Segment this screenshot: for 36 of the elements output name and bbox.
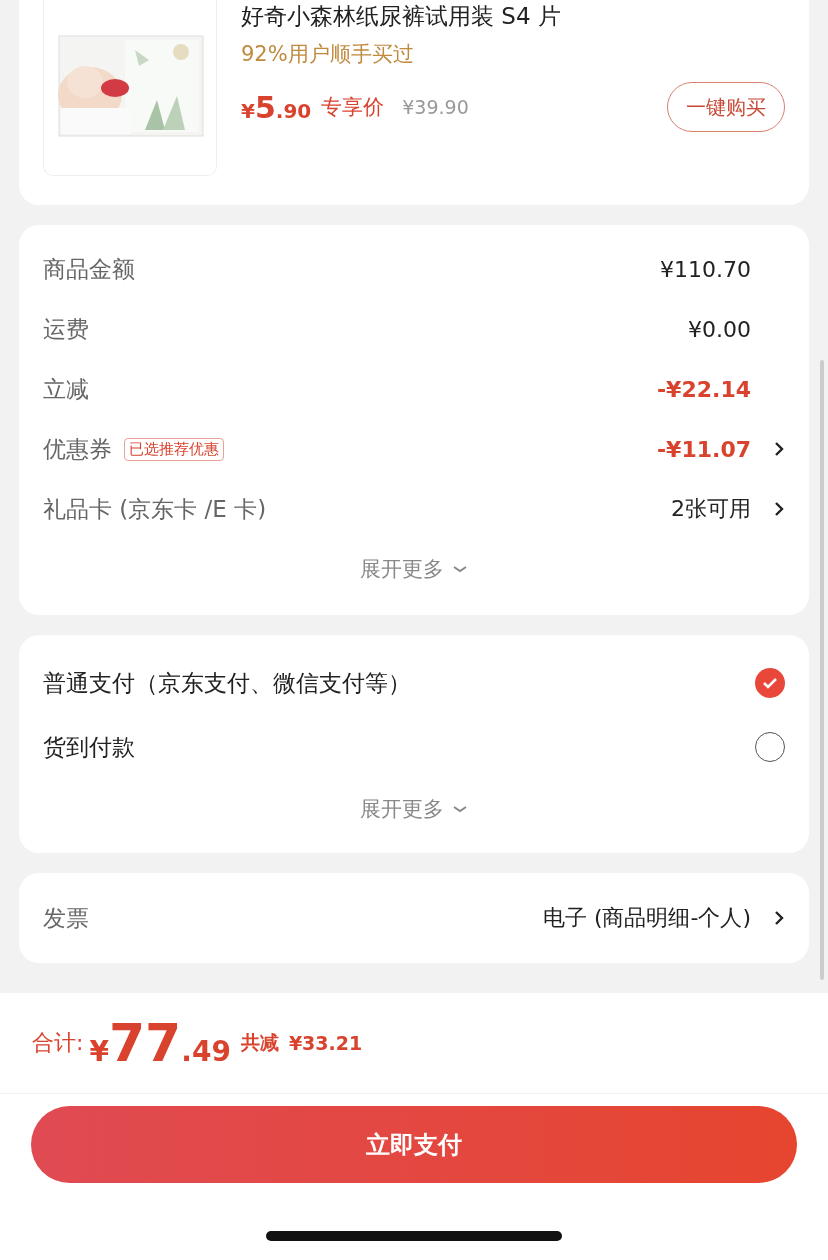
product-price: ¥5.90 — [241, 89, 312, 125]
fee-value: ¥0.00 — [688, 316, 751, 342]
check-icon — [762, 677, 778, 689]
chevron-down-icon — [452, 564, 468, 574]
chevron-down-icon — [452, 804, 468, 814]
chevron-right-icon — [773, 440, 785, 458]
payment-option: 普通支付（京东支付、微信支付等） — [43, 667, 411, 699]
fee-value: -¥22.14 — [656, 376, 751, 402]
price-tag: 专享价 — [321, 93, 385, 121]
fee-value: ¥110.70 — [660, 256, 751, 282]
coupon-badge: 已选推荐优惠 — [124, 437, 224, 461]
product-title: 好奇小森林纸尿裤试用装 S4 片 — [241, 2, 562, 31]
fee-value: -¥11.07 — [656, 436, 751, 462]
fee-label: 优惠券 — [43, 434, 112, 464]
total-amount: ¥77.49 — [89, 1013, 231, 1073]
expand-more-button[interactable]: 展开更多 — [360, 795, 468, 823]
fee-label: 礼品卡 (京东卡 /E 卡) — [43, 494, 267, 524]
pay-now-button[interactable]: 立即支付 — [31, 1106, 797, 1183]
invoice-value: 电子 (商品明细-个人) — [542, 904, 751, 932]
fee-value: 2张可用 — [671, 495, 751, 523]
payment-option: 货到付款 — [43, 731, 135, 763]
expand-more-button[interactable]: 展开更多 — [360, 555, 468, 583]
invoice-label: 发票 — [43, 903, 89, 933]
radio-button[interactable] — [755, 732, 785, 762]
saved-label: 共减 — [240, 1030, 279, 1055]
purchase-rate: 92%用户顺手买过 — [241, 41, 415, 68]
radio-button[interactable] — [755, 668, 785, 698]
fee-label: 运费 — [43, 314, 89, 344]
saved-amount: ¥33.21 — [288, 1032, 363, 1054]
fee-label: 立减 — [43, 374, 89, 404]
buy-button[interactable]: 一键购买 — [667, 82, 785, 132]
original-price: ¥39.90 — [402, 96, 469, 118]
total-label: 合计: — [32, 1029, 84, 1057]
chevron-right-icon — [773, 500, 785, 518]
fee-label: 商品金额 — [43, 254, 135, 284]
chevron-right-icon — [773, 909, 785, 927]
